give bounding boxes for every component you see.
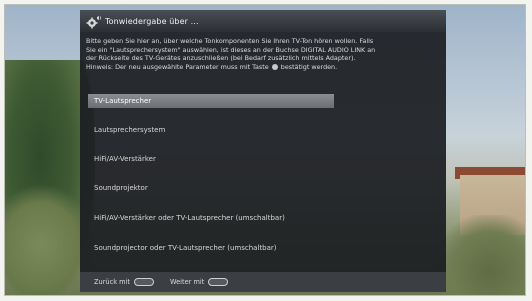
option-label: Soundprojector oder TV-Lautsprecher (ums… [94,244,277,252]
option-label: Soundprojektor [94,184,148,192]
option-soundprojector-or-tv-switchable[interactable]: Soundprojector oder TV-Lautsprecher (ums… [88,241,334,255]
back-key-icon [133,278,154,286]
option-label: TV-Lautsprecher [94,97,152,105]
next-key-icon [208,278,229,286]
back-hint[interactable]: Zurück mit [94,278,154,286]
option-label: HiFi/AV-Verstärker [94,155,156,163]
description-line: Bitte geben Sie hier an, über welche Ton… [86,37,374,45]
next-hint[interactable]: Weiter mit [169,278,229,286]
option-sound-projector[interactable]: Soundprojektor [88,181,334,195]
dialog-title: Tonwiedergabe über ... [105,16,199,26]
ok-key-icon [271,63,278,70]
description-line: Sie ein "Lautsprechersystem" auswählen, … [86,45,376,54]
next-label: Weiter mit [169,278,205,286]
option-tv-speaker[interactable]: TV-Lautsprecher [88,94,334,108]
sound-options-list: TV-Lautsprecher Lautsprechersystem HiFi/… [88,94,334,255]
option-hifi-av-amplifier[interactable]: HiFi/AV-Verstärker [88,152,334,166]
background-bush-right [435,215,525,295]
hint-text: Hinweis: Der neu ausgewählte Parameter m… [86,62,269,71]
option-hifi-or-tv-switchable[interactable]: HiFi/AV-Verstärker oder TV-Lautsprecher … [88,211,334,225]
hint-text-end: bestätigt werden. [280,62,338,71]
speaker-gear-icon [86,14,102,29]
description-line: der Rückseite des TV-Gerätes anzuschließ… [86,54,356,63]
back-label: Zurück mit [94,278,130,286]
dialog-description: Bitte geben Sie hier an, über welche Ton… [86,37,442,71]
option-speaker-system[interactable]: Lautsprechersystem [88,123,334,137]
sound-output-dialog: Tonwiedergabe über ... Bitte geben Sie h… [80,10,446,292]
description-hint-line: Hinweis: Der neu ausgewählte Parameter m… [86,63,442,72]
dialog-title-bar: Tonwiedergabe über ... [80,10,446,32]
dialog-footer: Zurück mit Weiter mit [80,272,446,292]
option-label: HiFi/AV-Verstärker oder TV-Lautsprecher … [94,214,285,222]
option-label: Lautsprechersystem [94,126,166,134]
